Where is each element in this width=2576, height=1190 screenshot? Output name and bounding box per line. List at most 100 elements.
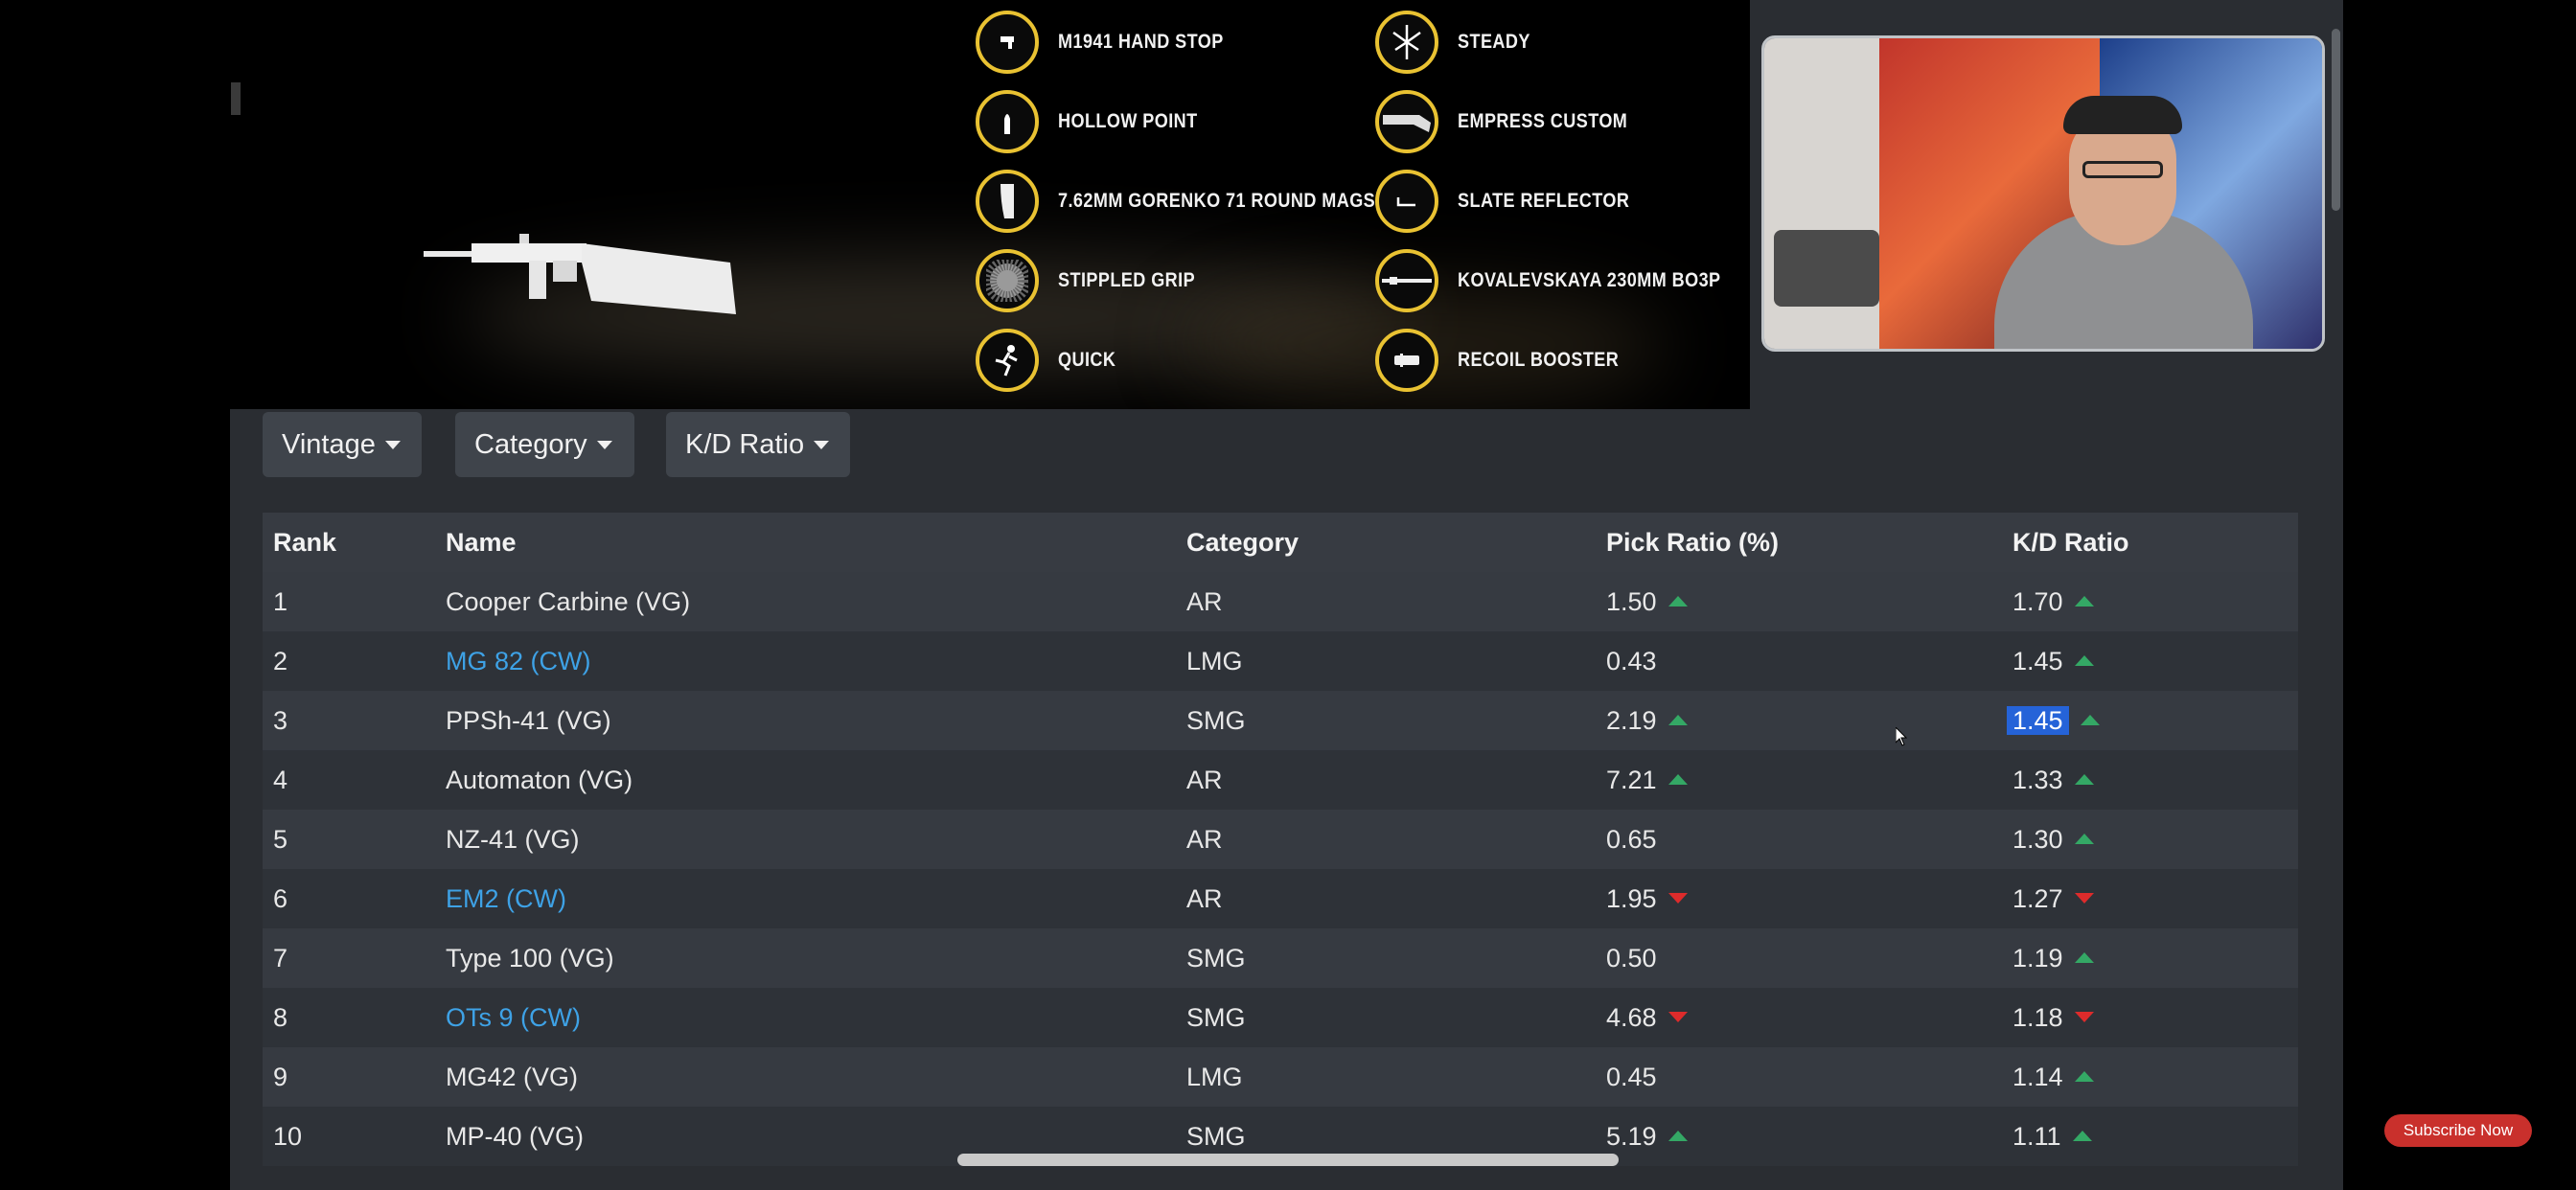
kd-ratio-cell: 1.45 xyxy=(2007,691,2100,750)
weapon-name-text: MG42 (VG) xyxy=(446,1063,579,1091)
rank-cell-text: 10 xyxy=(273,1122,303,1151)
weapon-name-text[interactable]: EM2 (CW) xyxy=(446,884,566,913)
attachment-right-0[interactable]: STEADY xyxy=(1375,6,1542,79)
kd-ratio-cell: 1.45 xyxy=(2012,631,2094,691)
header-name[interactable]: Name xyxy=(446,513,517,572)
category-cell: LMG xyxy=(1186,1047,1243,1107)
weapon-image xyxy=(424,234,736,314)
magazine-icon xyxy=(976,170,1039,233)
trend-up-icon xyxy=(1668,596,1688,607)
rank-cell-text: 7 xyxy=(273,944,288,973)
table-row[interactable]: 5 NZ-41 (VG) AR 0.65 1.30 xyxy=(263,810,2298,869)
vertical-scrollbar[interactable] xyxy=(2329,0,2343,1190)
trend-up-icon xyxy=(1668,774,1688,786)
category-filter-button[interactable]: Category xyxy=(455,412,634,477)
horizontal-scrollbar[interactable] xyxy=(957,1154,1619,1166)
scrollbar-thumb[interactable] xyxy=(2332,29,2340,211)
optic-icon xyxy=(1375,170,1438,233)
rank-cell: 6 xyxy=(273,869,288,928)
weapon-name-text[interactable]: OTs 9 (CW) xyxy=(446,1003,581,1032)
attachment-left-2[interactable]: 7.62MM GORENKO 71 ROUND MAGS xyxy=(976,165,1427,238)
attachment-label: RECOIL BOOSTER xyxy=(1458,349,1620,371)
table-row[interactable]: 9 MG42 (VG) LMG 0.45 1.14 xyxy=(263,1047,2298,1107)
weapon-name: Type 100 (VG) xyxy=(446,928,614,988)
trend-up-icon xyxy=(2074,596,2094,607)
trend-up-icon xyxy=(2074,774,2094,786)
kd-filter-button[interactable]: K/D Ratio xyxy=(666,412,850,477)
table-row[interactable]: 7 Type 100 (VG) SMG 0.50 1.19 xyxy=(263,928,2298,988)
table-row[interactable]: 3 PPSh-41 (VG) SMG 2.19 1.45 xyxy=(263,691,2298,750)
kd-ratio-cell-text: 1.19 xyxy=(2012,944,2063,973)
pick-ratio-cell-text: 1.95 xyxy=(1606,884,1657,913)
weapon-name: MG42 (VG) xyxy=(446,1047,578,1107)
category-cell-text: LMG xyxy=(1186,1063,1243,1091)
pick-ratio-cell-text: 1.50 xyxy=(1606,587,1657,616)
weapon-name-text: Cooper Carbine (VG) xyxy=(446,587,691,616)
chevron-down-icon xyxy=(814,440,830,449)
stock-icon xyxy=(1375,90,1438,153)
trend-up-icon xyxy=(2074,952,2094,964)
category-cell-text: SMG xyxy=(1186,1003,1246,1032)
table-row[interactable]: 8 OTs 9 (CW) SMG 4.68 1.18 xyxy=(263,988,2298,1047)
attachment-left-3[interactable]: STIPPLED GRIP xyxy=(976,244,1217,317)
weapon-name-text: Type 100 (VG) xyxy=(446,944,614,973)
pick-ratio-cell-text: 2.19 xyxy=(1606,706,1657,735)
weapon-name[interactable]: EM2 (CW) xyxy=(446,869,566,928)
weapon-name-text: PPSh-41 (VG) xyxy=(446,706,611,735)
attachment-label: QUICK xyxy=(1058,349,1116,371)
rank-cell: 7 xyxy=(273,928,288,988)
loadout-banner: M1941 HAND STOP HOLLOW POINT 7.62MM GORENK… xyxy=(230,0,1750,409)
pick-ratio-cell: 1.95 xyxy=(1606,869,1688,928)
attachment-label: M1941 HAND STOP xyxy=(1058,31,1224,53)
attachment-left-4[interactable]: QUICK xyxy=(976,324,1125,397)
trend-up-icon xyxy=(2072,1131,2092,1142)
rank-cell-text: 6 xyxy=(273,884,288,913)
trend-down-icon xyxy=(2074,893,2094,904)
pick-ratio-cell-text: 0.45 xyxy=(1606,1063,1657,1091)
kd-ratio-cell: 1.11 xyxy=(2012,1107,2092,1166)
pick-ratio-cell-text: 5.19 xyxy=(1606,1122,1657,1151)
header-rank[interactable]: Rank xyxy=(273,513,336,572)
attachment-left-0[interactable]: M1941 HAND STOP xyxy=(976,6,1251,79)
header-kd-ratio[interactable]: K/D Ratio xyxy=(2012,513,2129,572)
attachment-right-4[interactable]: RECOIL BOOSTER xyxy=(1375,324,1645,397)
attachment-right-2[interactable]: SLATE REFLECTOR xyxy=(1375,165,1658,238)
trend-up-icon xyxy=(1668,715,1688,726)
category-cell-text: AR xyxy=(1186,884,1223,913)
vintage-filter-button[interactable]: Vintage xyxy=(263,412,422,477)
category-cell: LMG xyxy=(1186,631,1243,691)
subscribe-button[interactable]: Subscribe Now xyxy=(2384,1114,2532,1147)
kd-ratio-cell-text: 1.14 xyxy=(2012,1063,2063,1091)
table-row[interactable]: 2 MG 82 (CW) LMG 0.43 1.45 xyxy=(263,631,2298,691)
chevron-down-icon xyxy=(596,440,612,449)
steady-icon xyxy=(1375,11,1438,74)
kd-ratio-cell-text: 1.70 xyxy=(2012,587,2063,616)
category-cell: AR xyxy=(1186,572,1223,631)
attachment-label: STEADY xyxy=(1458,31,1530,53)
grip-icon xyxy=(976,249,1039,312)
table-row[interactable]: 1 Cooper Carbine (VG) AR 1.50 1.70 xyxy=(263,572,2298,631)
weapon-name[interactable]: MG 82 (CW) xyxy=(446,631,591,691)
attachment-left-1[interactable]: HOLLOW POINT xyxy=(976,85,1220,158)
weapon-name: Automaton (VG) xyxy=(446,750,632,810)
kd-ratio-cell-text: 1.27 xyxy=(2012,884,2063,913)
rank-cell: 9 xyxy=(273,1047,288,1107)
pick-ratio-cell: 0.65 xyxy=(1606,810,1657,869)
attachment-right-1[interactable]: EMPRESS CUSTOM xyxy=(1375,85,1655,158)
kd-filter-label: K/D Ratio xyxy=(685,428,805,460)
table-row[interactable]: 4 Automaton (VG) AR 7.21 1.33 xyxy=(263,750,2298,810)
weapon-name[interactable]: OTs 9 (CW) xyxy=(446,988,581,1047)
rank-cell-text: 1 xyxy=(273,587,288,616)
table-row[interactable]: 6 EM2 (CW) AR 1.95 1.27 xyxy=(263,869,2298,928)
weapon-name-text[interactable]: MG 82 (CW) xyxy=(446,647,591,675)
pick-ratio-cell-text: 7.21 xyxy=(1606,766,1657,794)
kd-ratio-cell: 1.27 xyxy=(2012,869,2094,928)
pick-ratio-cell-text: 0.50 xyxy=(1606,944,1657,973)
attachment-label: KOVALEVSKAYA 230MM BO3P xyxy=(1458,269,1721,291)
attachment-right-3[interactable]: KOVALEVSKAYA 230MM BO3P xyxy=(1375,244,1750,317)
category-cell: SMG xyxy=(1186,691,1246,750)
header-pick-ratio[interactable]: Pick Ratio (%) xyxy=(1606,513,1779,572)
weapon-name-text: NZ-41 (VG) xyxy=(446,825,580,854)
recoil-icon xyxy=(1375,329,1438,392)
header-category[interactable]: Category xyxy=(1186,513,1299,572)
